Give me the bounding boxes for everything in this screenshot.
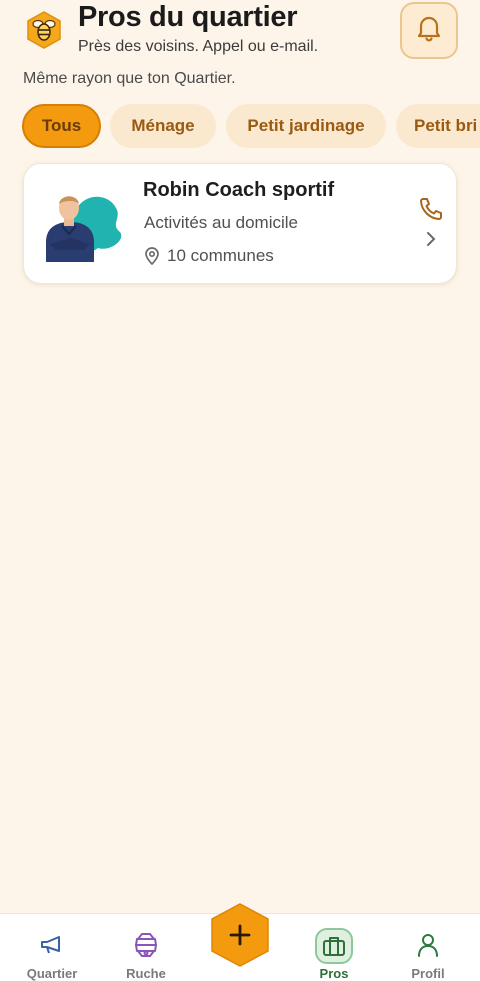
- pro-name: Robin Coach sportif: [143, 179, 335, 201]
- notifications-button[interactable]: [400, 2, 458, 59]
- header: Pros du quartier Près des voisins. Appel…: [0, 0, 480, 64]
- pro-zone-label: 10 communes: [167, 246, 274, 265]
- tab-pros[interactable]: Pros: [286, 914, 382, 981]
- chip-menage[interactable]: Ménage: [110, 104, 216, 148]
- phone-icon: [418, 198, 444, 226]
- chevron-right-icon[interactable]: [423, 229, 439, 249]
- chip-petit-jardinage[interactable]: Petit jardinage: [226, 104, 386, 148]
- create-fab-button[interactable]: [208, 903, 272, 967]
- page-subtitle: Près des voisins. Appel ou e-mail.: [78, 38, 319, 55]
- bell-icon: [416, 14, 442, 47]
- page-title: Pros du quartier: [78, 1, 298, 33]
- pro-category: Activités au domicile: [144, 213, 299, 232]
- tab-profil-label: Profil: [411, 966, 445, 981]
- plus-icon: [228, 923, 252, 952]
- chip-tous[interactable]: Tous: [22, 104, 101, 148]
- briefcase-icon: [315, 928, 353, 964]
- map-pin-icon: [144, 247, 160, 265]
- megaphone-icon: [35, 928, 69, 962]
- bee-logo-icon: [24, 10, 64, 50]
- category-filter-chips: Tous Ménage Petit jardinage Petit bri: [0, 104, 480, 148]
- call-button[interactable]: [418, 196, 444, 222]
- tab-quartier-label: Quartier: [26, 966, 78, 981]
- beehive-icon: [129, 928, 163, 962]
- tab-ruche[interactable]: Ruche: [98, 914, 194, 981]
- tab-ruche-label: Ruche: [126, 966, 166, 981]
- tab-pros-label: Pros: [319, 966, 349, 981]
- chip-petit-bricolage[interactable]: Petit bri: [396, 104, 480, 148]
- pro-card[interactable]: Robin Coach sportif Activités au domicil…: [23, 163, 457, 284]
- tab-profil[interactable]: Profil: [380, 914, 476, 981]
- tab-quartier[interactable]: Quartier: [4, 914, 100, 981]
- pro-avatar: [40, 182, 126, 262]
- user-icon: [411, 928, 445, 962]
- radius-note: Même rayon que ton Quartier.: [23, 70, 236, 87]
- pro-zone: 10 communes: [144, 246, 274, 266]
